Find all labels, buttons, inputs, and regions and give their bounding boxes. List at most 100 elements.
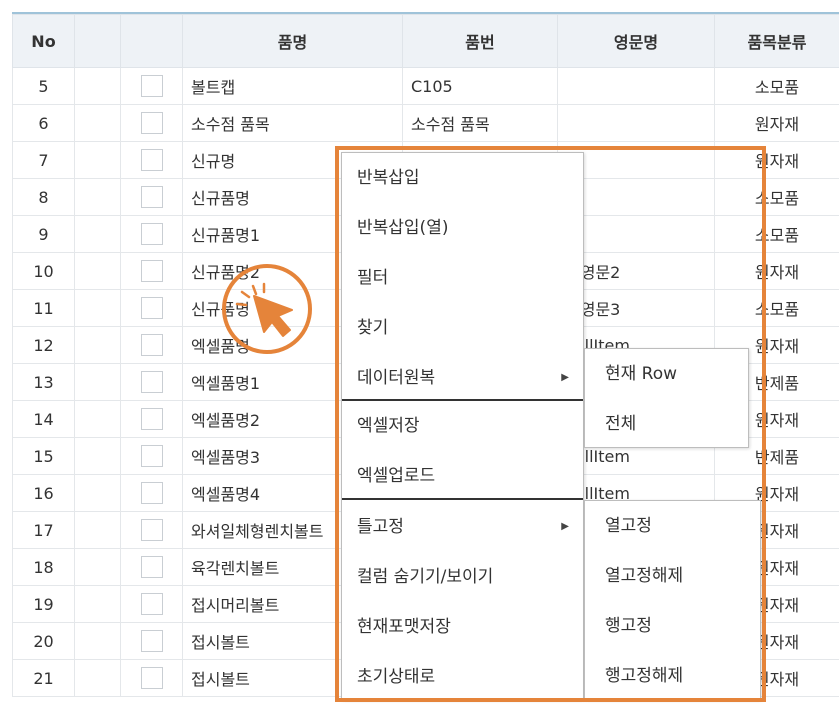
menu-item-excel-upload[interactable]: 엑셀업로드 — [342, 451, 583, 501]
row-category-cell[interactable]: 소모품 — [715, 290, 839, 327]
row-blank-cell[interactable] — [75, 438, 121, 475]
row-code-cell[interactable]: C105 — [403, 68, 558, 105]
menu-item-find[interactable]: 찾기 — [342, 303, 583, 353]
row-name-cell[interactable]: 소수점 품목 — [183, 105, 403, 142]
row-checkbox[interactable] — [141, 482, 163, 504]
menu-item-filter[interactable]: 필터 — [342, 253, 583, 303]
table-row[interactable]: 5볼트캡C105소모품 — [13, 68, 839, 105]
row-checkbox[interactable] — [141, 186, 163, 208]
row-checkbox-cell[interactable] — [121, 179, 183, 216]
row-blank-cell[interactable] — [75, 475, 121, 512]
submenu-item-unfreeze-column[interactable]: 열고정해제 — [585, 551, 760, 601]
menu-item-toggle-columns[interactable]: 컬럼 숨기기/보이기 — [342, 552, 583, 602]
row-checkbox-cell[interactable] — [121, 364, 183, 401]
submenu-item-current-row[interactable]: 현재 Row — [585, 349, 748, 399]
submenu-item-unfreeze-row[interactable]: 행고정해제 — [585, 651, 760, 701]
row-checkbox[interactable] — [141, 75, 163, 97]
col-header-name[interactable]: 품명 — [183, 15, 403, 68]
row-category-cell[interactable]: 소모품 — [715, 179, 839, 216]
col-header-check[interactable] — [121, 15, 183, 68]
row-blank-cell[interactable] — [75, 290, 121, 327]
menu-item-label: 찾기 — [357, 318, 388, 338]
submenu-item-freeze-column[interactable]: 열고정 — [585, 501, 760, 551]
row-blank-cell[interactable] — [75, 216, 121, 253]
row-checkbox[interactable] — [141, 371, 163, 393]
row-checkbox-cell[interactable] — [121, 401, 183, 438]
col-header-code[interactable]: 품번 — [403, 15, 558, 68]
row-checkbox-cell[interactable] — [121, 142, 183, 179]
row-category-cell[interactable]: 원자재 — [715, 142, 839, 179]
menu-item-repeat-insert[interactable]: 반복삽입 — [342, 153, 583, 203]
row-blank-cell[interactable] — [75, 512, 121, 549]
menu-item-restore-data[interactable]: 데이터원복 ▶ — [342, 353, 583, 403]
row-checkbox-cell[interactable] — [121, 660, 183, 697]
row-blank-cell[interactable] — [75, 68, 121, 105]
row-category-cell[interactable]: 소모품 — [715, 68, 839, 105]
col-header-eng[interactable]: 영문명 — [558, 15, 715, 68]
row-checkbox[interactable] — [141, 519, 163, 541]
row-checkbox-cell[interactable] — [121, 512, 183, 549]
row-checkbox[interactable] — [141, 260, 163, 282]
row-name-cell[interactable]: 볼트캡 — [183, 68, 403, 105]
row-no-cell: 17 — [13, 512, 75, 549]
row-checkbox[interactable] — [141, 149, 163, 171]
submenu-item-all[interactable]: 전체 — [585, 399, 748, 449]
row-blank-cell[interactable] — [75, 549, 121, 586]
row-checkbox[interactable] — [141, 297, 163, 319]
row-blank-cell[interactable] — [75, 179, 121, 216]
row-checkbox-cell[interactable] — [121, 549, 183, 586]
caret-right-icon: ▶ — [561, 502, 569, 552]
row-checkbox[interactable] — [141, 556, 163, 578]
row-no-cell: 13 — [13, 364, 75, 401]
row-checkbox-cell[interactable] — [121, 586, 183, 623]
menu-item-reset[interactable]: 초기상태로 — [342, 652, 583, 702]
row-blank-cell[interactable] — [75, 142, 121, 179]
row-blank-cell[interactable] — [75, 364, 121, 401]
row-no-cell: 21 — [13, 660, 75, 697]
row-checkbox[interactable] — [141, 112, 163, 134]
row-category-cell[interactable]: 원자재 — [715, 253, 839, 290]
row-blank-cell[interactable] — [75, 401, 121, 438]
row-blank-cell[interactable] — [75, 623, 121, 660]
row-checkbox-cell[interactable] — [121, 105, 183, 142]
row-checkbox-cell[interactable] — [121, 216, 183, 253]
submenu-item-freeze-row[interactable]: 행고정 — [585, 601, 760, 651]
col-header-no[interactable]: No — [13, 15, 75, 68]
col-header-blank[interactable] — [75, 15, 121, 68]
row-code-cell[interactable]: 소수점 품목 — [403, 105, 558, 142]
row-no-cell: 10 — [13, 253, 75, 290]
col-header-category[interactable]: 품목분류 — [715, 15, 839, 68]
row-checkbox[interactable] — [141, 630, 163, 652]
row-blank-cell[interactable] — [75, 253, 121, 290]
menu-item-save-format[interactable]: 현재포맷저장 — [342, 602, 583, 652]
row-eng-cell[interactable] — [558, 105, 715, 142]
row-checkbox[interactable] — [141, 334, 163, 356]
row-blank-cell[interactable] — [75, 660, 121, 697]
row-blank-cell[interactable] — [75, 105, 121, 142]
menu-item-freeze[interactable]: 틀고정 ▶ — [342, 502, 583, 552]
row-no-cell: 20 — [13, 623, 75, 660]
row-checkbox[interactable] — [141, 445, 163, 467]
table-row[interactable]: 6소수점 품목소수점 품목원자재 — [13, 105, 839, 142]
row-checkbox-cell[interactable] — [121, 68, 183, 105]
row-checkbox[interactable] — [141, 408, 163, 430]
row-checkbox[interactable] — [141, 667, 163, 689]
row-category-cell[interactable]: 원자재 — [715, 105, 839, 142]
menu-item-excel-save[interactable]: 엑셀저장 — [342, 401, 583, 451]
row-blank-cell[interactable] — [75, 586, 121, 623]
context-menu: 반복삽입 반복삽입(열) 필터 찾기 데이터원복 ▶ 엑셀저장 엑셀업로드 틀고… — [341, 152, 584, 700]
row-checkbox[interactable] — [141, 223, 163, 245]
row-no-cell: 12 — [13, 327, 75, 364]
row-checkbox-cell[interactable] — [121, 253, 183, 290]
row-checkbox-cell[interactable] — [121, 475, 183, 512]
row-checkbox-cell[interactable] — [121, 438, 183, 475]
menu-item-repeat-insert-column[interactable]: 반복삽입(열) — [342, 203, 583, 253]
row-checkbox-cell[interactable] — [121, 290, 183, 327]
row-category-cell[interactable]: 소모품 — [715, 216, 839, 253]
row-checkbox[interactable] — [141, 593, 163, 615]
row-no-cell: 16 — [13, 475, 75, 512]
row-checkbox-cell[interactable] — [121, 623, 183, 660]
row-checkbox-cell[interactable] — [121, 327, 183, 364]
row-eng-cell[interactable] — [558, 68, 715, 105]
row-blank-cell[interactable] — [75, 327, 121, 364]
